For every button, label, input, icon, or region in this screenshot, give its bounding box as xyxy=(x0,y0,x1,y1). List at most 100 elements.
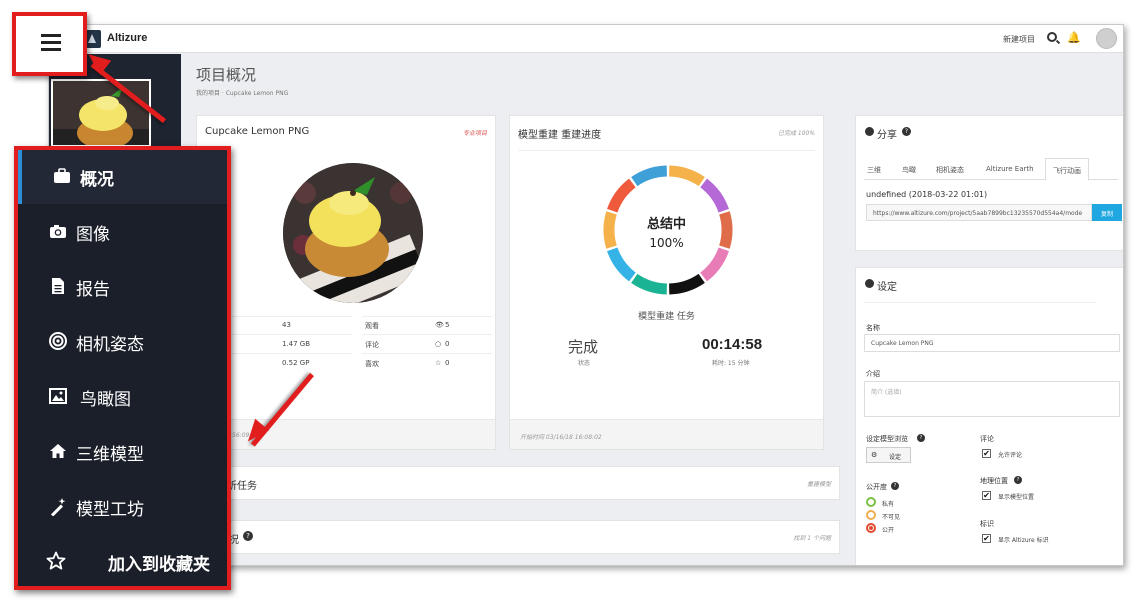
show-logo-checkbox[interactable]: ✔ xyxy=(982,534,991,543)
private-label: 私有 xyxy=(882,501,895,508)
project-cover-image xyxy=(283,163,423,303)
divider xyxy=(362,316,492,317)
intro-label: 介绍 xyxy=(866,370,880,378)
model-browse-button[interactable]: ⚙ 设定 xyxy=(866,447,911,463)
divider xyxy=(362,353,492,354)
project-thumbnail[interactable] xyxy=(51,79,151,147)
project-card-title: Cupcake Lemon PNG xyxy=(205,126,310,137)
annotated-screenshot: Altizure 新建项目 🔔 项目概况 我的项目 · Cupcake Lemo… xyxy=(0,0,1141,600)
sidebar-item-overview[interactable]: 概况 xyxy=(18,150,227,204)
model-browse-label: 设定模型浏览 xyxy=(866,435,908,443)
project-type-tag: 专业项目 xyxy=(462,130,487,137)
allow-comment-checkbox[interactable]: ✔ xyxy=(982,449,991,458)
sidebar-item-camera-pose[interactable]: 相机姿态 xyxy=(18,315,227,369)
stat-count: 0 xyxy=(445,359,450,367)
hamburger-icon xyxy=(41,34,61,37)
help-icon[interactable]: ? xyxy=(243,531,253,541)
sidebar-item-label: 图像 xyxy=(76,225,110,245)
help-icon[interactable]: ? xyxy=(1014,476,1022,484)
settings-toggle-icon[interactable] xyxy=(865,279,874,288)
unlisted-radio[interactable] xyxy=(866,510,876,520)
show-location-label: 显示模型位置 xyxy=(998,494,1035,501)
new-project-link[interactable]: 新建项目 xyxy=(1003,34,1035,45)
divider xyxy=(518,150,815,151)
ring-segment xyxy=(700,247,729,282)
tab-3d[interactable]: 三维 xyxy=(867,165,881,175)
stat-count: 5 xyxy=(445,321,450,329)
hamburger-menu-button[interactable] xyxy=(12,12,87,76)
sidebar-item-images[interactable]: 图像 xyxy=(18,205,227,259)
share-card: 分享 ? 三维 鸟瞰 相机姿态 Altizure Earth 飞行动画 unde… xyxy=(855,115,1123,251)
progress-card: 模型重建 重建进度 已完成 100% 总结中 100% 模型重建 任务 完成 状… xyxy=(509,115,824,450)
target-icon xyxy=(49,332,67,350)
copy-button[interactable]: 复制 xyxy=(1092,204,1122,221)
sidebar-item-model-workshop[interactable]: 模型工坊 xyxy=(18,480,227,534)
stat-count: 0 xyxy=(445,340,450,348)
tab-flight-animation[interactable]: 飞行动画 xyxy=(1045,158,1089,181)
logo-label: 标识 xyxy=(980,520,994,528)
stat-value: 43 xyxy=(282,321,291,329)
breadcrumb[interactable]: 我的项目 · Cupcake Lemon PNG xyxy=(196,88,288,97)
page-title: 项目概况 xyxy=(196,66,257,84)
stat-label: 观看 xyxy=(365,322,379,330)
user-avatar[interactable] xyxy=(1096,28,1117,49)
help-icon[interactable]: ? xyxy=(917,434,925,442)
search-icon[interactable] xyxy=(1047,32,1057,42)
task-label: 模型重建 任务 xyxy=(638,312,695,322)
tasks-card[interactable]: 析任务 重建模型 xyxy=(196,466,840,500)
gears-icon: ⚙ xyxy=(871,451,878,459)
views-icon: 👁 xyxy=(435,321,444,329)
sidebar-item-birdseye[interactable]: 鸟瞰图 xyxy=(18,370,227,424)
ring-status: 总结中 xyxy=(646,217,686,232)
bell-icon[interactable]: 🔔 xyxy=(1067,31,1081,44)
tasks-card-tag[interactable]: 重建模型 xyxy=(807,479,831,488)
intro-textarea[interactable]: 简介 (选填) xyxy=(864,381,1120,417)
tab-camera-pose[interactable]: 相机姿态 xyxy=(936,165,964,175)
private-radio[interactable] xyxy=(866,497,876,507)
sidebar-item-label: 模型工坊 xyxy=(76,500,144,520)
help-icon[interactable]: ? xyxy=(891,482,899,490)
ring-segment xyxy=(668,273,705,295)
stat-label: 评论 xyxy=(365,341,379,349)
share-url-field[interactable]: https://www.altizure.com/project/5aab789… xyxy=(866,204,1092,221)
home-icon xyxy=(50,444,66,458)
top-bar: Altizure 新建项目 🔔 xyxy=(49,25,1123,53)
ring-segment xyxy=(631,165,668,187)
stat-label: 喜欢 xyxy=(365,360,379,368)
settings-card-title: 设定 xyxy=(877,282,897,293)
sidebar-item-report[interactable]: 报告 xyxy=(18,260,227,314)
public-label: 公开 xyxy=(882,527,895,534)
share-card-title: 分享 xyxy=(877,130,897,141)
sidebar-menu: 概况 图像 报告 相机姿态 鸟瞰图 三维模型 模型工坊 加入到收藏夹 xyxy=(14,146,231,590)
sidebar-item-3d-model[interactable]: 三维模型 xyxy=(18,425,227,479)
image-icon xyxy=(49,388,67,404)
wand-icon xyxy=(50,498,66,516)
ring-segment xyxy=(631,273,668,295)
share-tabs: 三维 鸟瞰 相机姿态 Altizure Earth 飞行动画 xyxy=(864,158,1118,181)
visibility-label: 公开度 xyxy=(866,483,887,491)
share-date: undefined (2018-03-22 01:01) xyxy=(866,190,988,199)
tab-altizure-earth[interactable]: Altizure Earth xyxy=(986,165,1034,173)
app-name[interactable]: Altizure xyxy=(107,32,147,44)
comment-label: 评论 xyxy=(980,435,994,443)
share-toggle-icon[interactable] xyxy=(865,127,874,136)
show-logo-label: 显示 Altizure 标识 xyxy=(998,537,1049,544)
issues-card[interactable]: 况 ? 找到 1 个问题 xyxy=(196,520,840,554)
help-icon[interactable]: ? xyxy=(902,127,911,136)
hamburger-icon xyxy=(41,41,61,44)
progress-card-footer: 开始时间 03/16/18 16:08:02 xyxy=(510,419,823,449)
divider xyxy=(232,334,352,335)
name-input[interactable]: Cupcake Lemon PNG xyxy=(864,334,1120,352)
divider xyxy=(232,353,352,354)
project-card: Cupcake Lemon PNG 专业项目 43 观看 👁 5 1.47 GB… xyxy=(196,115,496,450)
progress-card-title: 模型重建 重建进度 xyxy=(518,130,602,141)
sidebar-item-label: 报告 xyxy=(76,280,110,300)
model-browse-button-label: 设定 xyxy=(889,454,902,461)
tab-birdseye[interactable]: 鸟瞰 xyxy=(902,165,916,175)
sidebar-item-label: 概况 xyxy=(80,170,114,190)
add-to-favorites[interactable]: 加入到收藏夹 xyxy=(18,535,227,589)
unlisted-label: 不可见 xyxy=(882,514,901,521)
ring-segment xyxy=(607,178,636,213)
public-radio[interactable] xyxy=(866,523,876,533)
show-location-checkbox[interactable]: ✔ xyxy=(982,491,991,500)
